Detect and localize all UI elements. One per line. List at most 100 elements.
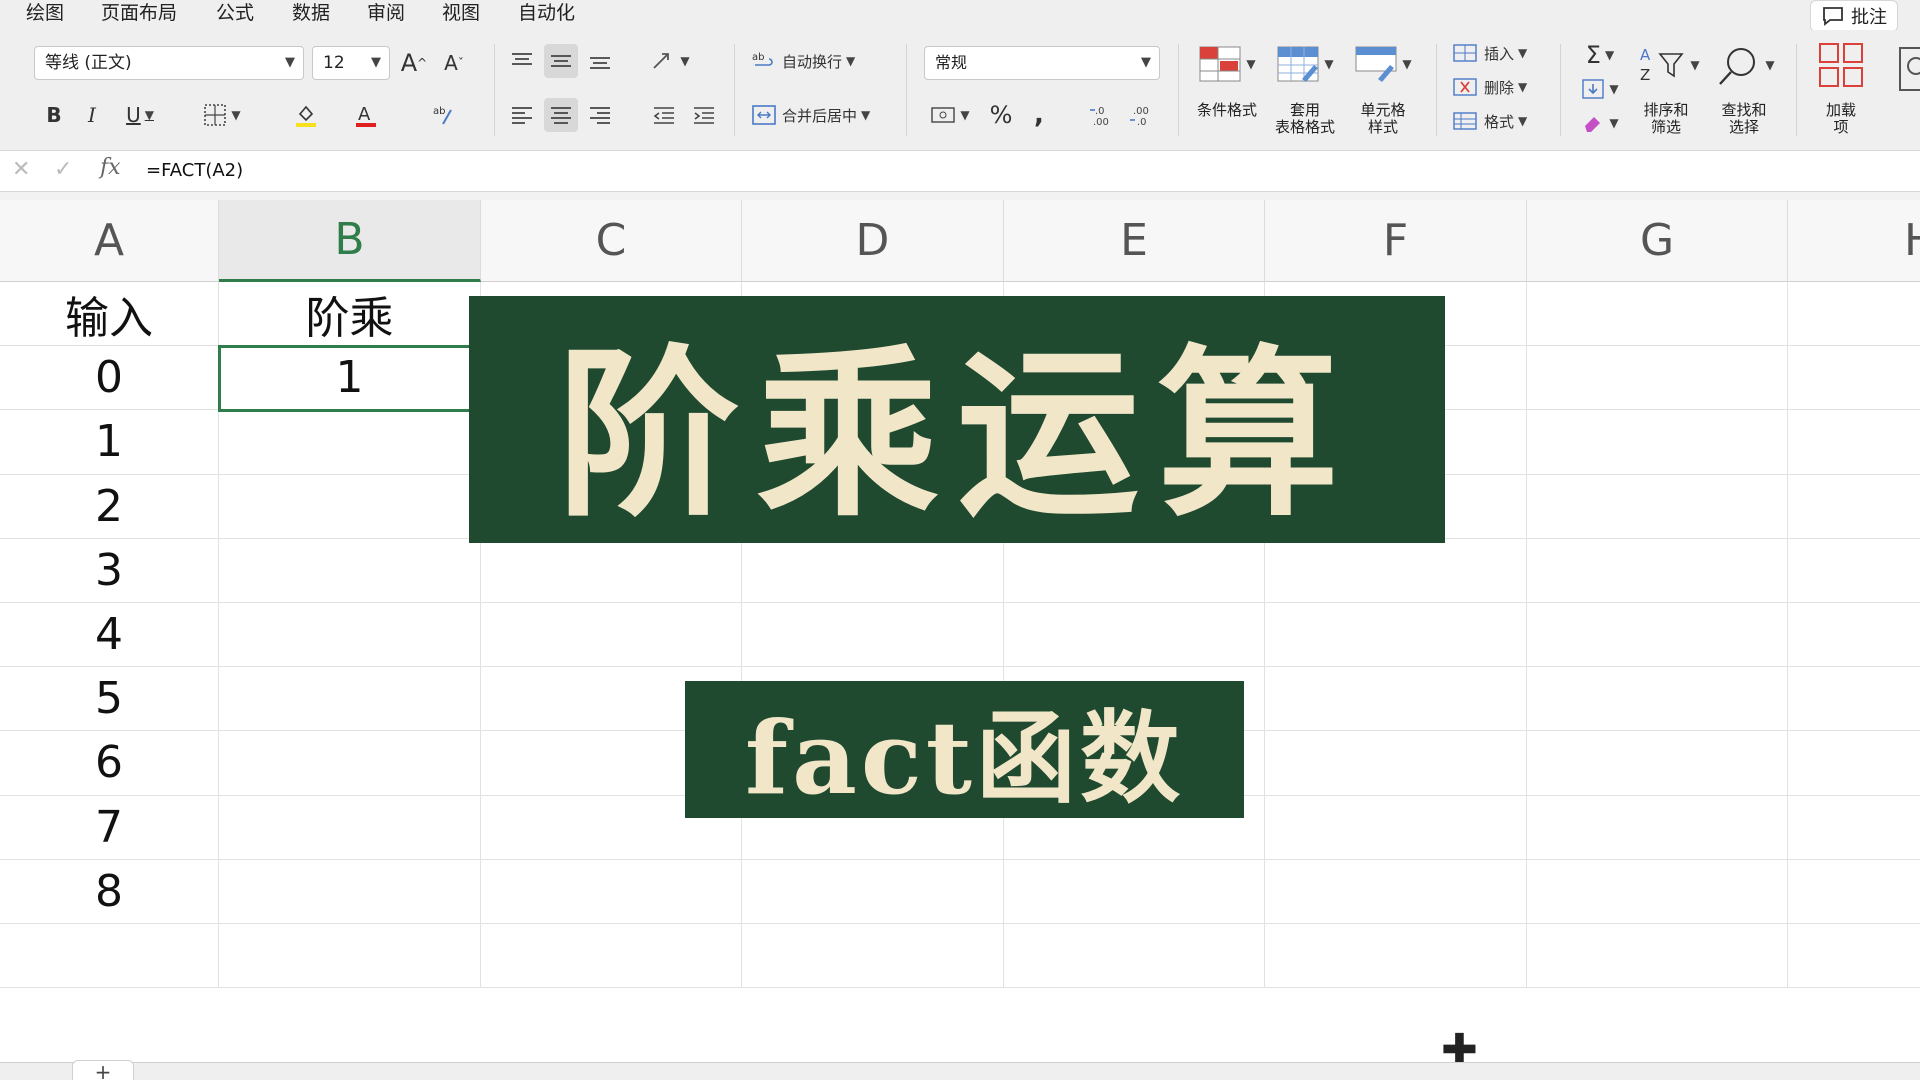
cell-b8[interactable] bbox=[219, 731, 481, 796]
text-direction-button[interactable]: ab bbox=[418, 96, 470, 134]
cell-f7[interactable] bbox=[1265, 667, 1527, 732]
delete-cells-button[interactable]: 删除 ▼ bbox=[1452, 72, 1546, 102]
cell-styles-button[interactable]: ▼ bbox=[1348, 42, 1418, 86]
cell-a11[interactable] bbox=[0, 924, 219, 989]
cell-g5[interactable] bbox=[1527, 538, 1788, 603]
cell-f11[interactable] bbox=[1265, 924, 1527, 989]
cell-g8[interactable] bbox=[1527, 731, 1788, 796]
column-header-d[interactable]: D bbox=[742, 200, 1004, 282]
font-name-select[interactable]: 等线 (正文) ▼ bbox=[34, 46, 304, 80]
align-left-button[interactable] bbox=[506, 98, 538, 132]
autosum-button[interactable]: Σ ▼ bbox=[1576, 40, 1624, 70]
cell-f10[interactable] bbox=[1265, 859, 1527, 924]
decrease-indent-button[interactable] bbox=[648, 98, 680, 132]
cell-a4[interactable]: 2 bbox=[0, 474, 219, 539]
column-header-b[interactable]: B bbox=[219, 200, 481, 282]
increase-font-button[interactable]: A ^ bbox=[398, 46, 430, 80]
cell-h1[interactable] bbox=[1788, 282, 1920, 347]
fill-color-button[interactable] bbox=[280, 96, 332, 134]
comma-style-button[interactable]: , bbox=[1024, 98, 1054, 132]
column-header-e[interactable]: E bbox=[1004, 200, 1265, 282]
cell-c11[interactable] bbox=[481, 924, 742, 989]
confirm-icon[interactable]: ✓ bbox=[54, 157, 72, 182]
align-middle-button[interactable] bbox=[544, 44, 578, 78]
decrease-decimal-button[interactable]: .00.0 bbox=[1124, 98, 1158, 132]
cell-g2[interactable] bbox=[1527, 346, 1788, 411]
selected-cell-b2[interactable] bbox=[218, 345, 483, 412]
cell-e11[interactable] bbox=[1004, 924, 1265, 989]
cell-h3[interactable] bbox=[1788, 410, 1920, 475]
menu-page-layout[interactable]: 页面布局 bbox=[101, 0, 177, 26]
font-color-button[interactable]: A bbox=[340, 96, 392, 134]
align-center-button[interactable] bbox=[544, 98, 578, 132]
cell-h2[interactable] bbox=[1788, 346, 1920, 411]
clear-button[interactable]: ▼ bbox=[1576, 108, 1624, 138]
format-as-table-button[interactable]: ▼ bbox=[1270, 42, 1340, 86]
column-header-h[interactable]: H bbox=[1788, 200, 1920, 282]
add-sheet-button[interactable]: + bbox=[72, 1060, 134, 1080]
merge-center-button[interactable]: 合并后居中 ▼ bbox=[752, 98, 892, 132]
fill-down-button[interactable]: ▼ bbox=[1576, 74, 1624, 104]
menu-data[interactable]: 数据 bbox=[292, 0, 330, 26]
cell-g1[interactable] bbox=[1527, 282, 1788, 347]
menu-automate[interactable]: 自动化 bbox=[518, 0, 575, 26]
cell-b11[interactable] bbox=[219, 924, 481, 989]
cell-f8[interactable] bbox=[1265, 731, 1527, 796]
cell-a1[interactable]: 输入 bbox=[0, 282, 219, 347]
cell-b5[interactable] bbox=[219, 538, 481, 603]
cell-h10[interactable] bbox=[1788, 860, 1920, 924]
cell-d10[interactable] bbox=[742, 859, 1004, 924]
cell-b9[interactable] bbox=[219, 795, 481, 860]
cell-g10[interactable] bbox=[1527, 859, 1788, 924]
cell-h11[interactable] bbox=[1788, 924, 1920, 989]
italic-button[interactable]: I bbox=[78, 98, 106, 132]
cell-e10[interactable] bbox=[1004, 859, 1265, 924]
cell-b6[interactable] bbox=[219, 603, 481, 668]
cell-g11[interactable] bbox=[1527, 924, 1788, 989]
cell-b4[interactable] bbox=[219, 474, 481, 539]
insert-function-icon[interactable]: fx bbox=[100, 155, 121, 180]
cell-a3[interactable]: 1 bbox=[0, 410, 219, 475]
cell-b10[interactable] bbox=[219, 859, 481, 924]
percent-button[interactable]: % bbox=[984, 98, 1018, 132]
column-header-a[interactable]: A bbox=[0, 200, 219, 282]
menu-view[interactable]: 视图 bbox=[442, 0, 480, 26]
menu-draw[interactable]: 绘图 bbox=[26, 0, 64, 26]
cell-b1[interactable]: 阶乘 bbox=[219, 282, 481, 347]
align-top-button[interactable] bbox=[506, 44, 538, 78]
cell-h5[interactable] bbox=[1788, 539, 1920, 603]
insert-cells-button[interactable]: 插入 ▼ bbox=[1452, 38, 1546, 68]
font-size-select[interactable]: 12 ▼ bbox=[312, 46, 390, 80]
cell-h9[interactable] bbox=[1788, 796, 1920, 860]
cell-d11[interactable] bbox=[742, 924, 1004, 989]
cell-c6[interactable] bbox=[481, 603, 742, 668]
column-header-g[interactable]: G bbox=[1527, 200, 1788, 282]
cell-b7[interactable] bbox=[219, 667, 481, 732]
wrap-text-button[interactable]: ab 自动换行 ▼ bbox=[752, 44, 882, 78]
conditional-format-button[interactable]: ▼ bbox=[1192, 42, 1262, 86]
column-header-c[interactable]: C bbox=[481, 200, 742, 282]
number-format-select[interactable]: 常规 ▼ bbox=[924, 46, 1160, 80]
menu-formulas[interactable]: 公式 bbox=[216, 0, 254, 26]
increase-decimal-button[interactable]: .0.00 bbox=[1084, 98, 1118, 132]
cell-a10[interactable]: 8 bbox=[0, 859, 219, 924]
cancel-icon[interactable]: ✕ bbox=[12, 157, 30, 182]
cell-a5[interactable]: 3 bbox=[0, 538, 219, 603]
align-bottom-button[interactable] bbox=[584, 44, 616, 78]
cell-a6[interactable]: 4 bbox=[0, 603, 219, 668]
cell-g9[interactable] bbox=[1527, 795, 1788, 860]
cell-a7[interactable]: 5 bbox=[0, 667, 219, 732]
currency-format-button[interactable]: ▼ bbox=[924, 98, 976, 132]
underline-button[interactable]: U ▼ bbox=[116, 98, 164, 132]
orientation-button[interactable]: ▼ bbox=[644, 44, 696, 78]
sort-filter-button[interactable]: A Z ▼ bbox=[1634, 40, 1704, 90]
cell-d6[interactable] bbox=[742, 603, 1004, 668]
formula-input[interactable]: =FACT(A2) bbox=[146, 160, 243, 181]
cell-f6[interactable] bbox=[1265, 603, 1527, 668]
menu-review[interactable]: 审阅 bbox=[367, 0, 405, 26]
addins-button[interactable] bbox=[1816, 40, 1866, 90]
find-select-button[interactable]: ▼ bbox=[1710, 40, 1780, 90]
cell-h8[interactable] bbox=[1788, 731, 1920, 796]
cell-h7[interactable] bbox=[1788, 667, 1920, 732]
cell-a8[interactable]: 6 bbox=[0, 731, 219, 796]
